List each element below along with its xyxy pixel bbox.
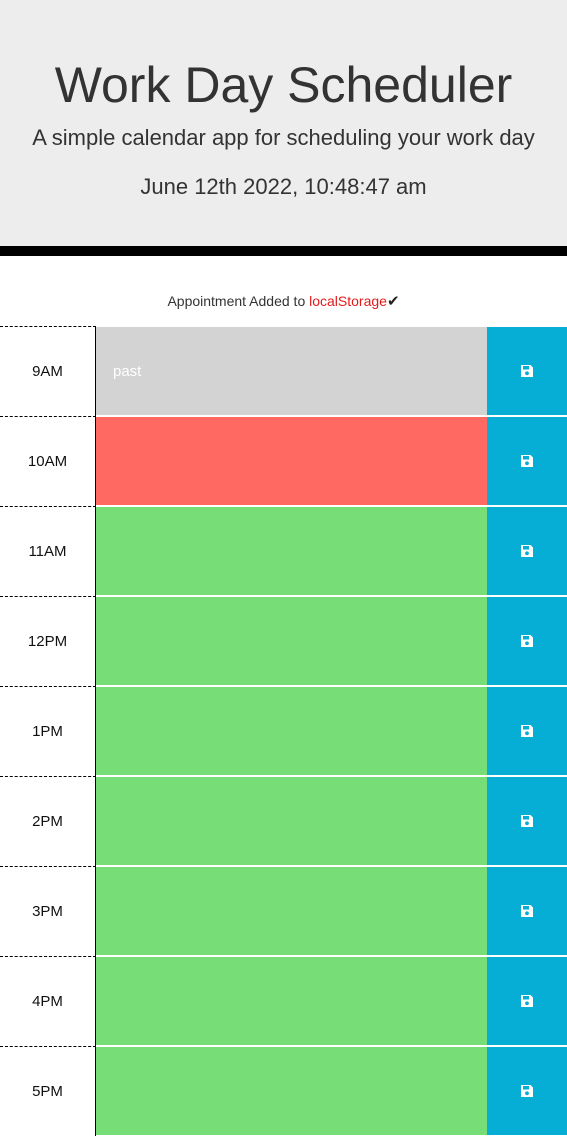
description-textarea[interactable]: [96, 686, 487, 776]
save-button[interactable]: [487, 1046, 567, 1136]
save-button[interactable]: [487, 326, 567, 416]
floppy-disk-icon: [520, 724, 534, 738]
current-day: June 12th 2022, 10:48:47 am: [140, 174, 427, 199]
floppy-disk-icon: [520, 364, 534, 378]
floppy-disk-icon: [520, 454, 534, 468]
timeblock-list: 9AM past 10AM 11AM 12PM 1PM 2PM 3PM 4PM …: [0, 326, 567, 1136]
notice-storage-label: localStorage: [309, 293, 387, 309]
description-textarea[interactable]: [96, 866, 487, 956]
page-title: Work Day Scheduler: [54, 57, 513, 113]
hour-label: 2PM: [0, 776, 96, 866]
checkmark-icon: ✔: [386, 293, 400, 310]
description-textarea[interactable]: [96, 416, 487, 506]
save-button[interactable]: [487, 776, 567, 866]
floppy-disk-icon: [520, 904, 534, 918]
time-block-row: 10AM: [0, 416, 567, 506]
description-textarea[interactable]: [96, 956, 487, 1046]
save-button[interactable]: [487, 506, 567, 596]
time-block-row: 12PM: [0, 596, 567, 686]
notice-prefix: Appointment Added to: [167, 293, 310, 309]
hour-label: 5PM: [0, 1046, 96, 1136]
description-textarea[interactable]: [96, 506, 487, 596]
hour-label: 3PM: [0, 866, 96, 956]
description-textarea[interactable]: [96, 596, 487, 686]
description-textarea[interactable]: [96, 1046, 487, 1136]
save-button[interactable]: [487, 686, 567, 776]
time-block-row: 2PM: [0, 776, 567, 866]
save-button[interactable]: [487, 866, 567, 956]
floppy-disk-icon: [520, 814, 534, 828]
time-block-row: 9AM past: [0, 326, 567, 416]
page-subtitle: A simple calendar app for scheduling you…: [32, 125, 535, 150]
time-block-row: 3PM: [0, 866, 567, 956]
hour-label: 10AM: [0, 416, 96, 506]
description-textarea[interactable]: past: [96, 326, 487, 416]
save-button[interactable]: [487, 956, 567, 1046]
hour-label: 1PM: [0, 686, 96, 776]
save-notice: Appointment Added to localStorage✔: [0, 256, 567, 326]
floppy-disk-icon: [520, 994, 534, 1008]
time-block-row: 5PM: [0, 1046, 567, 1136]
hour-label: 11AM: [0, 506, 96, 596]
time-block-row: 1PM: [0, 686, 567, 776]
save-button[interactable]: [487, 416, 567, 506]
hour-label: 12PM: [0, 596, 96, 686]
hour-label: 4PM: [0, 956, 96, 1046]
floppy-disk-icon: [520, 1084, 534, 1098]
save-button[interactable]: [487, 596, 567, 686]
floppy-disk-icon: [520, 634, 534, 648]
hour-label: 9AM: [0, 326, 96, 416]
time-block-row: 4PM: [0, 956, 567, 1046]
floppy-disk-icon: [520, 544, 534, 558]
jumbotron-header: Work Day Scheduler A simple calendar app…: [0, 0, 567, 256]
description-textarea[interactable]: [96, 776, 487, 866]
time-block-row: 11AM: [0, 506, 567, 596]
